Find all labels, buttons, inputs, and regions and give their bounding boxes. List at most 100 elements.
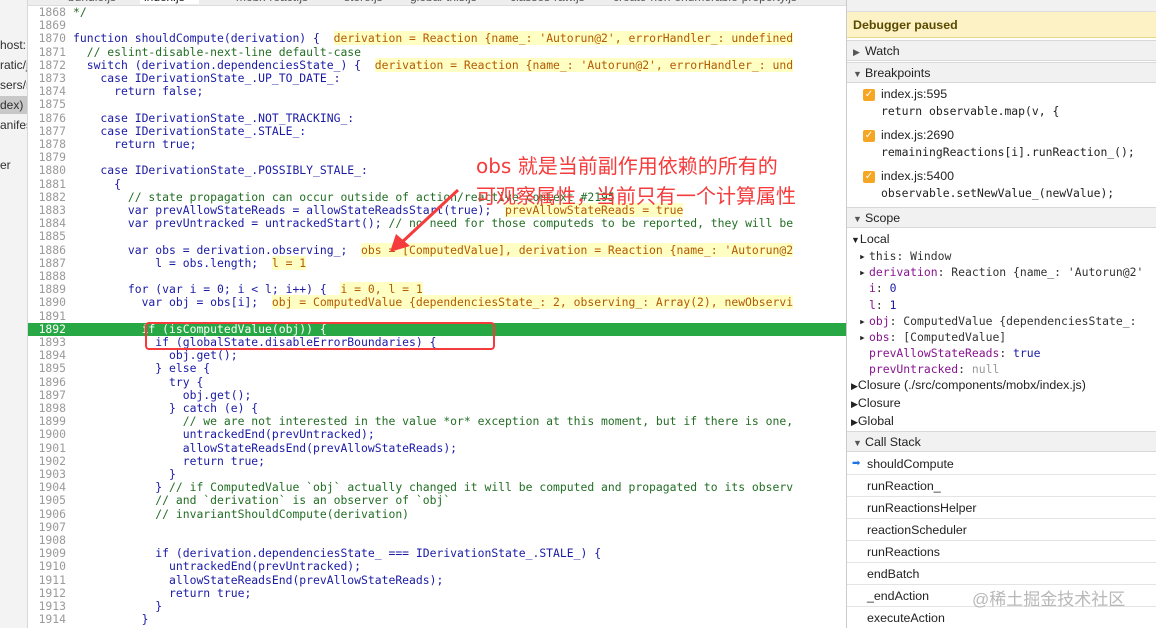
line-number[interactable]: 1876 — [28, 111, 66, 125]
checkbox-checked-icon[interactable]: ✓ — [863, 89, 875, 101]
editor-tab[interactable]: index.js × — [140, 0, 200, 4]
scope-closure-module[interactable]: ▶Closure (./src/components/mobx/index.js… — [847, 377, 1156, 394]
breakpoint-item[interactable]: ✓ index.js:5400 observable.setNewValue_(ne… — [847, 168, 1156, 209]
scope-variable[interactable]: ▸ obs: [ComputedValue] — [847, 329, 1156, 346]
code-line: 1907 — [28, 520, 846, 534]
line-number[interactable]: 1900 — [28, 428, 66, 441]
breakpoint-code: return observable.map(v, { — [881, 104, 1060, 118]
code-line: 1910 untrackedEnd(prevUntracked); — [28, 560, 846, 573]
sidebar-file-item[interactable]: anifes — [0, 116, 27, 134]
scope-key: l — [869, 297, 876, 312]
line-number[interactable]: 1910 — [28, 560, 66, 573]
frame-name: runReactions — [867, 545, 941, 559]
editor-tab[interactable]: global-this.js — [410, 0, 477, 4]
scope-closure[interactable]: ▶Closure — [847, 395, 1156, 412]
code-token: case IDerivationState_.POSSIBLY_STALE_: — [73, 163, 368, 178]
code-token: { — [73, 176, 122, 191]
line-number[interactable]: 1871 — [28, 45, 66, 59]
breakpoints-section-header[interactable]: ▼ Breakpoints — [847, 62, 1156, 83]
current-frame-arrow-icon: ➡ — [852, 458, 861, 469]
callstack-frame[interactable]: ➡ shouldCompute — [847, 453, 1156, 475]
line-number[interactable]: 1891 — [28, 309, 66, 323]
closure-label: Closure — [857, 396, 901, 410]
code-comment: // if ComputedValue `obj` actually chang… — [169, 480, 794, 495]
code-comment: // invariantShouldCompute(derivation) — [73, 506, 410, 521]
line-number[interactable]: 1881 — [28, 177, 66, 191]
code-token: obj.get(); — [73, 348, 238, 363]
line-number[interactable]: 1886 — [28, 243, 66, 257]
sidebar-file-item[interactable]: er — [0, 156, 27, 174]
code-token: l = obs.length; — [73, 255, 272, 270]
editor-tab[interactable]: mobx-react.js — [236, 0, 308, 4]
code-token: case IDerivationState_.NOT_TRACKING_: — [73, 110, 355, 125]
code-line: 1870 function shouldCompute(derivation) {… — [28, 31, 846, 46]
line-number[interactable]: 1896 — [28, 375, 66, 389]
editor-tab[interactable]: store.js — [344, 0, 383, 4]
watch-section-header[interactable]: ▶ Watch — [847, 40, 1156, 61]
line-number[interactable]: 1875 — [28, 98, 66, 111]
scope-variable[interactable]: prevAllowStateReads: true — [847, 345, 1156, 362]
breakpoint-item[interactable]: ✓ index.js:595 return observable.map(v, { — [847, 86, 1156, 127]
scope-key: this — [869, 249, 897, 263]
code-line: 1887 l = obs.length; l = 1 — [28, 255, 846, 270]
code-line: 1899 // we are not interested in the val… — [28, 414, 846, 428]
line-number[interactable]: 1890 — [28, 296, 66, 309]
inline-value: derivation = Reaction {name_: 'Autorun@2… — [374, 57, 794, 72]
scope-section-header[interactable]: ▼ Scope — [847, 207, 1156, 228]
checkbox-checked-icon[interactable]: ✓ — [863, 171, 875, 183]
breakpoint-item[interactable]: ✓ index.js:2690 remainingReactions[i].runR… — [847, 127, 1156, 168]
line-number[interactable]: 1880 — [28, 164, 66, 177]
annotation-text-line1: obs 就是当前副作用依赖的所有的 — [476, 154, 778, 178]
line-number[interactable]: 1870 — [28, 32, 66, 45]
line-number[interactable]: 1885 — [28, 230, 66, 243]
callstack-frame[interactable]: runReaction_ — [847, 475, 1156, 497]
editor-tab[interactable]: classes-raw.js — [510, 0, 585, 4]
scope-local-header[interactable]: ▼Local — [847, 231, 1156, 248]
code-token: } — [73, 467, 176, 481]
line-number[interactable]: 1895 — [28, 362, 66, 375]
editor-tab[interactable]: bundle.js — [68, 0, 116, 4]
callstack-frame[interactable]: runReactionsHelper — [847, 497, 1156, 519]
debugger-toolbar — [847, 0, 1156, 12]
debugger-sidebar-panel: Debugger paused ▶ Watch ▼ Breakpoints ✓ ind… — [847, 0, 1156, 628]
line-number[interactable]: 1914 — [28, 612, 66, 626]
scope-value: Reaction {name_: 'Autorun@2' — [951, 265, 1144, 280]
code-line: 1876 case IDerivationState_.NOT_TRACKING… — [28, 110, 846, 125]
breakpoint-code: remainingReactions[i].runReaction_(); — [881, 145, 1135, 159]
scope-value: 1 — [889, 297, 897, 312]
line-number[interactable]: 1905 — [28, 494, 66, 507]
code-text: return true; — [73, 137, 196, 151]
checkbox-checked-icon[interactable]: ✓ — [863, 130, 875, 142]
sidebar-file-item[interactable]: host: — [0, 36, 27, 54]
sidebar-file-item[interactable]: dex) — [0, 96, 27, 114]
scope-variable[interactable]: i: 0 — [847, 280, 1156, 297]
sidebar-file-item[interactable]: ratic/js — [0, 56, 27, 74]
scope-separator: : — [889, 330, 904, 344]
expand-triangle-icon: ▶ — [851, 399, 858, 409]
code-line: 1889 for (var i = 0; i < l; i++) { i = 0… — [28, 282, 846, 297]
callstack-frame[interactable]: runReactions — [847, 541, 1156, 563]
line-number[interactable]: 1906 — [28, 507, 66, 521]
code-token: var obs = derivation.observing_; — [73, 242, 362, 257]
scope-variable[interactable]: ▸ this: Window — [847, 248, 1156, 265]
callstack-frame[interactable]: endBatch — [847, 563, 1156, 585]
code-text: } — [73, 613, 149, 626]
scope-label: Scope — [865, 211, 901, 225]
line-number[interactable]: 1911 — [28, 573, 66, 587]
inline-value: derivation = Reaction {name_: 'Autorun@2… — [333, 31, 794, 46]
code-token: var prevUntracked = untrackedStart(); — [73, 216, 389, 231]
sidebar-file-item[interactable]: sers/r — [0, 76, 27, 94]
callstack-section-header[interactable]: ▼ Call Stack — [847, 431, 1156, 452]
editor-tab[interactable]: create-non-enumerable-property.js — [613, 0, 797, 4]
code-line: 1872 switch (derivation.dependenciesStat… — [28, 57, 846, 72]
scope-variable[interactable]: prevUntracked: null — [847, 361, 1156, 378]
callstack-frame[interactable]: reactionScheduler — [847, 519, 1156, 541]
line-number[interactable]: 1901 — [28, 441, 66, 455]
file-navigator-sidebar: host: ratic/js sers/r dex) anifes er — [0, 0, 28, 628]
scope-variable[interactable]: l: 1 — [847, 297, 1156, 314]
scope-variable[interactable]: ▸ obj: ComputedValue {dependenciesState_: — [847, 313, 1156, 330]
scope-global[interactable]: ▶Global — [847, 413, 1156, 430]
scope-variable[interactable]: ▸ derivation: Reaction {name_: 'Autorun@2… — [847, 264, 1156, 281]
callstack-frame[interactable]: executeAction — [847, 607, 1156, 628]
